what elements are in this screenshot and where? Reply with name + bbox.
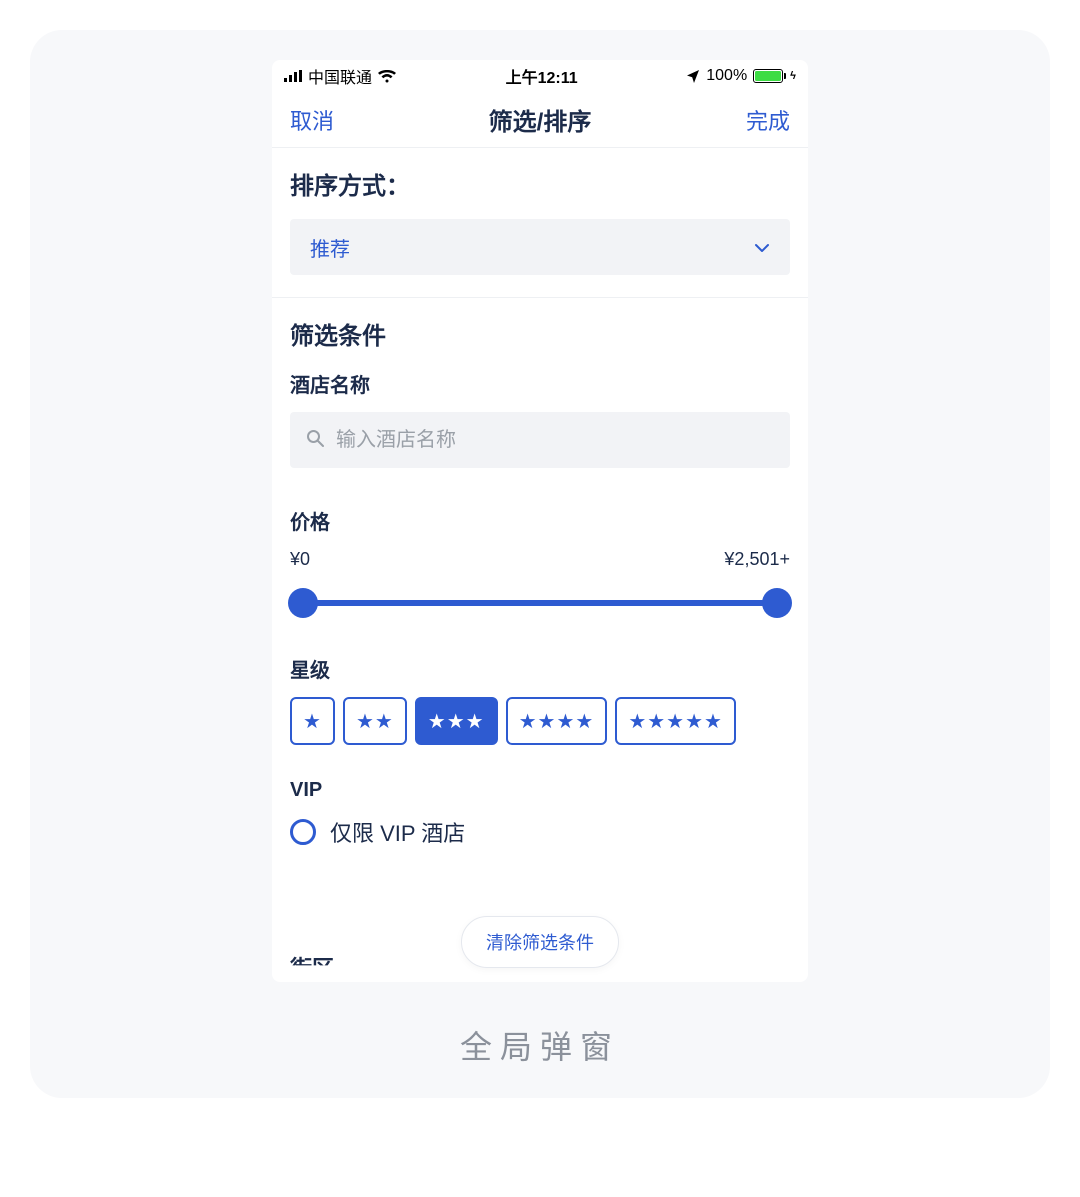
price-slider[interactable]: [290, 584, 790, 620]
sort-section: 排序方式： 推荐: [272, 148, 808, 275]
sort-value: 推荐: [310, 233, 350, 262]
wifi-icon: [378, 70, 396, 83]
example-caption: 全局弹窗: [460, 1022, 620, 1068]
price-label: 价格: [290, 506, 790, 535]
price-range-labels: ¥0 ¥2,501+: [290, 549, 790, 570]
vip-radio-row[interactable]: 仅限 VIP 酒店: [290, 816, 790, 848]
sort-heading: 排序方式：: [290, 166, 790, 201]
status-bar: 中国联通 上午12:11 100% ϟ: [272, 60, 808, 92]
filter-section: 筛选条件 酒店名称 价格 ¥0 ¥2,501+: [272, 298, 808, 848]
stars-label: 星级: [290, 654, 790, 683]
radio-unchecked-icon: [290, 819, 316, 845]
carrier-label: 中国联通: [308, 64, 372, 88]
slider-thumb-min[interactable]: [288, 588, 318, 618]
star-option-4[interactable]: ★★★★: [506, 697, 608, 745]
star-option-3[interactable]: ★★★: [415, 697, 498, 745]
star-option-5[interactable]: ★★★★★: [615, 697, 736, 745]
done-button[interactable]: 完成: [746, 104, 790, 136]
star-option-1[interactable]: ★: [290, 697, 335, 745]
battery-icon: [753, 69, 783, 83]
vip-option-label: 仅限 VIP 酒店: [330, 816, 465, 848]
battery-percent: 100%: [706, 67, 747, 85]
next-section-truncated: 街区: [290, 951, 334, 982]
clear-filters-button[interactable]: 清除筛选条件: [461, 916, 619, 968]
phone-frame: 中国联通 上午12:11 100% ϟ 取消 筛选/排序 完成: [272, 60, 808, 982]
search-icon: [306, 429, 324, 452]
star-option-2[interactable]: ★★: [343, 697, 407, 745]
filter-heading: 筛选条件: [290, 316, 790, 351]
price-min: ¥0: [290, 549, 310, 570]
status-time: 上午12:11: [506, 64, 578, 88]
nav-bar: 取消 筛选/排序 完成: [272, 92, 808, 148]
hotel-name-input[interactable]: [336, 429, 774, 452]
vip-label: VIP: [290, 779, 790, 802]
hotel-name-search[interactable]: [290, 412, 790, 468]
slider-thumb-max[interactable]: [762, 588, 792, 618]
stars-row: ★ ★★ ★★★ ★★★★ ★★★★★: [290, 697, 790, 745]
sort-dropdown[interactable]: 推荐: [290, 219, 790, 275]
charging-icon: ϟ: [790, 70, 796, 82]
cancel-button[interactable]: 取消: [290, 104, 334, 136]
page-title: 筛选/排序: [489, 102, 592, 137]
example-card: 中国联通 上午12:11 100% ϟ 取消 筛选/排序 完成: [30, 30, 1050, 1098]
hotel-name-label: 酒店名称: [290, 369, 790, 398]
chevron-down-icon: [754, 239, 770, 255]
signal-icon: [284, 70, 302, 82]
price-max: ¥2,501+: [724, 549, 790, 570]
location-arrow-icon: [687, 70, 700, 83]
slider-track: [290, 600, 790, 606]
filter-body: 排序方式： 推荐 筛选条件 酒店名称: [272, 148, 808, 982]
